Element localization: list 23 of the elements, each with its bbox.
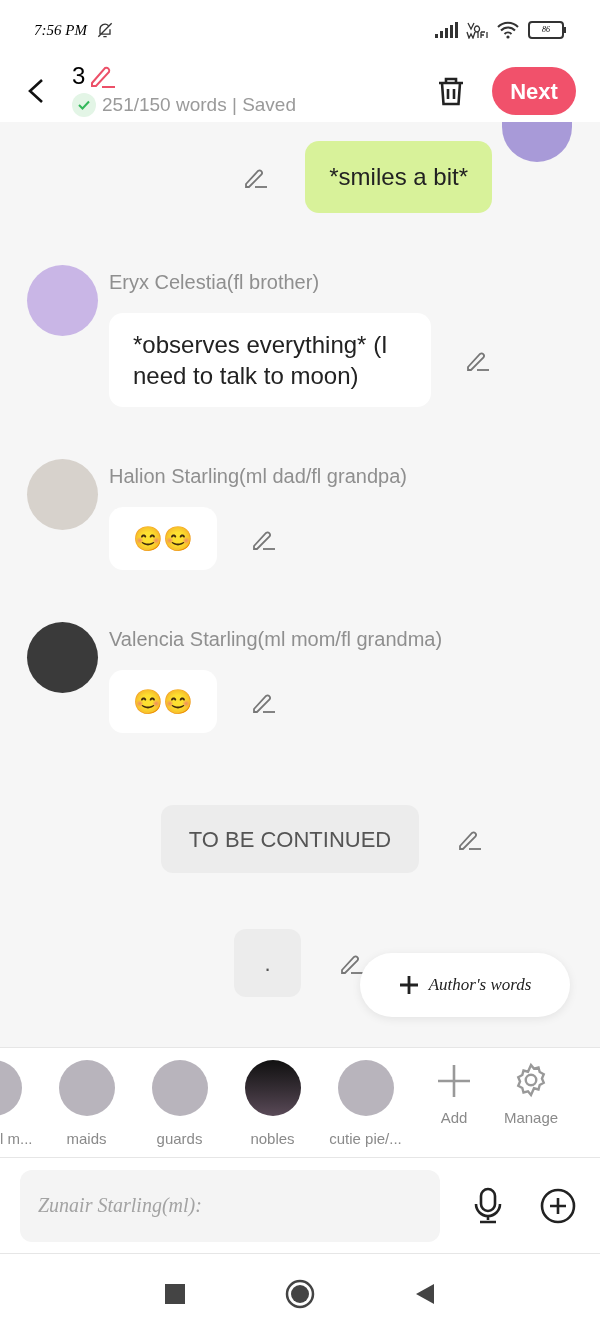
next-button[interactable]: Next	[492, 67, 576, 115]
status-time: 7:56 PM	[34, 20, 87, 40]
author-words-button[interactable]: Author's words	[360, 953, 570, 1017]
character-item[interactable]: nobles	[226, 1060, 319, 1151]
character-name: Valencia Starling(ml mom/fl grandma)	[109, 627, 443, 652]
word-count: 251/150 words | Saved	[102, 92, 296, 117]
message-bubble: *observes everything* (I need to talk to moon)	[109, 313, 431, 407]
add-character-button[interactable]: Add	[416, 1060, 492, 1130]
character-item[interactable]: cutie pie/...	[319, 1060, 412, 1151]
message-bubble: 😊😊	[109, 507, 217, 570]
message-input[interactable]: Zunair Starling(ml):	[20, 1169, 440, 1242]
character-item[interactable]: guards	[133, 1060, 226, 1151]
character-item[interactable]: l m...	[0, 1060, 40, 1151]
battery-icon: 86	[528, 21, 566, 39]
character-name: Halion Starling(ml dad/fl grandpa)	[109, 464, 407, 489]
message-bubble: 😊😊	[109, 670, 217, 733]
message-bubble: *smiles a bit*	[305, 141, 492, 213]
manage-button[interactable]: Manage	[492, 1060, 570, 1130]
narration-box: TO BE CONTINUED	[160, 805, 420, 873]
chapter-number: 3	[72, 63, 86, 88]
character-item[interactable]: maids	[40, 1060, 133, 1151]
character-name: Eryx Celestia(fl brother)	[109, 270, 321, 295]
narration-box: .	[234, 929, 301, 997]
